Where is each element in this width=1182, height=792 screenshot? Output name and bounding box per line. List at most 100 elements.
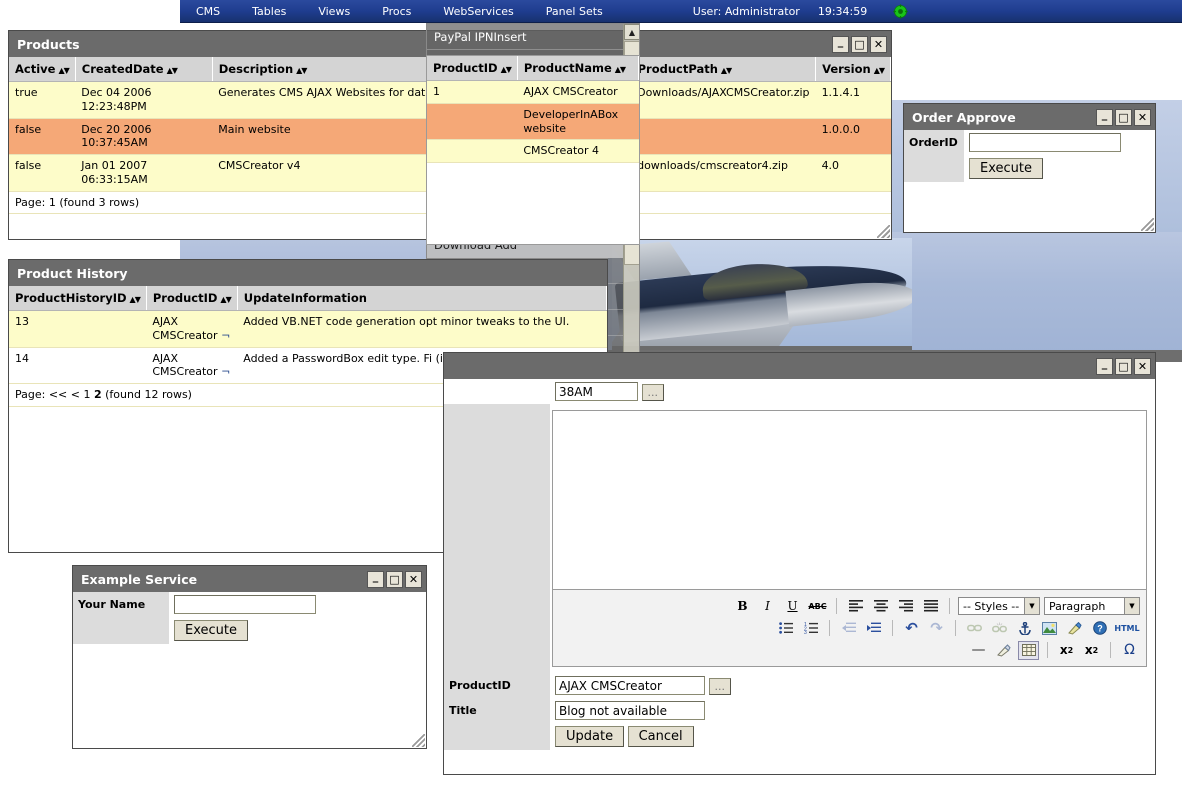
column-header-createddate[interactable]: CreatedDate ▲▼ [75,57,213,82]
table-row[interactable]: DeveloperInABox website [427,103,639,141]
strikethrough-icon[interactable]: ABC [807,597,828,616]
cell-updateinformation: Added VB.NET code generation opt minor t… [237,310,607,348]
superscript-icon[interactable]: x2 [1081,641,1102,660]
blog-editor-titlebar[interactable]: _ □ ✕ [444,353,1155,379]
minimize-button[interactable]: _ [1096,108,1113,126]
date-picker-button[interactable]: ... [641,384,664,401]
title-field[interactable] [555,701,705,720]
column-header-productpath[interactable]: ProductPath ▲▼ [631,57,817,82]
resize-handle[interactable] [877,225,890,238]
help-icon[interactable]: ? [1089,619,1110,638]
maximize-button[interactable]: □ [1115,108,1132,126]
menu-item-panel-sets[interactable]: Panel Sets [530,0,619,23]
align-right-icon[interactable] [895,597,916,616]
sort-arrows-icon[interactable]: ▲▼ [874,66,885,75]
close-button[interactable]: ✕ [405,570,422,588]
table-row[interactable]: 13 AJAX CMSCreator ¬ Added VB.NET code g… [9,310,607,348]
menu-item-views[interactable]: Views [302,0,366,23]
maximize-button[interactable]: □ [1115,357,1132,375]
sort-arrows-icon[interactable]: ▲▼ [615,65,626,74]
productid-field[interactable] [555,676,705,695]
column-header-productid[interactable]: ProductID ▲▼ [427,56,518,81]
editor-content-area[interactable] [552,410,1147,590]
chevron-down-icon[interactable]: ▼ [1024,598,1039,614]
gear-icon[interactable] [893,3,908,19]
chevron-down-icon[interactable]: ▼ [1124,598,1139,614]
bold-icon[interactable]: B [732,597,753,616]
menu-option-paypal-ipninsert[interactable]: PayPal IPNInsert [427,24,623,50]
subscript-icon[interactable]: x2 [1056,641,1077,660]
column-header-updateinformation[interactable]: UpdateInformation [237,286,607,311]
sort-arrows-icon[interactable]: ▲▼ [501,65,512,74]
form-row-body: B I U ABC -- Styles -- ▼ Paragraph ▼ 1 2… [444,404,1155,673]
column-header-producthistoryid[interactable]: ProductHistoryID ▲▼ [9,286,147,311]
execute-button[interactable]: Execute [174,620,248,641]
column-header-productid[interactable]: ProductID ▲▼ [146,286,238,311]
yourname-input[interactable] [174,595,316,614]
cleanup-icon[interactable] [1064,619,1085,638]
toolbar-separator [1110,642,1111,658]
order-approve-titlebar[interactable]: Order Approve _ □ ✕ [904,104,1155,130]
sort-arrows-icon[interactable]: ▲▼ [721,66,732,75]
sort-arrows-icon[interactable]: ▲▼ [58,66,69,75]
redo-icon[interactable]: ↷ [926,619,947,638]
italic-icon[interactable]: I [757,597,778,616]
cancel-button[interactable]: Cancel [627,726,694,747]
image-icon[interactable] [1039,619,1060,638]
anchor-icon[interactable] [1014,619,1035,638]
sort-arrows-icon[interactable]: ▲▼ [296,66,307,75]
unlink-icon[interactable] [989,619,1010,638]
maximize-button[interactable]: □ [851,35,868,53]
align-left-icon[interactable] [845,597,866,616]
column-header-productname[interactable]: ProductName ▲▼ [517,56,639,81]
sort-arrows-icon[interactable]: ▲▼ [130,295,141,304]
date-field[interactable] [555,382,638,401]
product-history-titlebar[interactable]: Product History [9,260,607,286]
column-label-productid: ProductID [433,61,498,75]
execute-button[interactable]: Execute [969,158,1043,179]
menu-item-cms[interactable]: CMS [180,0,236,23]
form-row-execute: Execute [73,617,426,644]
html-source-icon[interactable]: HTML [1114,619,1140,638]
update-button[interactable]: Update [555,726,625,747]
align-justify-icon[interactable] [920,597,941,616]
undo-icon[interactable]: ↶ [901,619,922,638]
indent-icon[interactable] [863,619,884,638]
sort-arrows-icon[interactable]: ▲▼ [167,66,178,75]
menu-item-tables[interactable]: Tables [236,0,302,23]
menu-item-webservices[interactable]: WebServices [427,0,529,23]
maximize-button[interactable]: □ [386,570,403,588]
format-select[interactable]: Paragraph ▼ [1044,597,1140,615]
minimize-button[interactable]: _ [832,35,849,53]
underline-icon[interactable]: U [782,597,803,616]
cell-version: 1.0.0.0 [815,118,891,155]
minimize-button[interactable]: _ [1096,357,1113,375]
close-button[interactable]: ✕ [1134,108,1151,126]
table-row[interactable]: 1 AJAX CMSCreator [427,80,639,104]
horizontal-rule-icon[interactable]: — [968,641,989,660]
example-service-titlebar[interactable]: Example Service _ □ ✕ [73,566,426,592]
close-button[interactable]: ✕ [1134,357,1151,375]
resize-handle[interactable] [1141,218,1154,231]
special-character-icon[interactable]: Ω [1119,641,1140,660]
styles-select[interactable]: -- Styles -- ▼ [958,597,1040,615]
remove-format-icon[interactable] [993,641,1014,660]
unordered-list-icon[interactable] [775,619,796,638]
sort-arrows-icon[interactable]: ▲▼ [220,295,231,304]
insert-table-icon[interactable] [1018,640,1039,660]
minimize-button[interactable]: _ [367,570,384,588]
resize-handle[interactable] [412,734,425,747]
close-button[interactable]: ✕ [870,35,887,53]
ordered-list-icon[interactable]: 123 [800,619,821,638]
table-row[interactable]: CMSCreator 4 [427,139,639,163]
column-header-active[interactable]: Active ▲▼ [9,57,76,82]
column-header-version[interactable]: Version▲▼ [815,57,891,82]
outdent-icon[interactable] [838,619,859,638]
align-center-icon[interactable] [870,597,891,616]
menu-item-procs[interactable]: Procs [366,0,427,23]
productid-field-cell: ... [550,673,1155,698]
link-icon[interactable] [964,619,985,638]
orderid-input[interactable] [969,133,1121,152]
scroll-up-arrow-icon[interactable]: ▲ [624,24,639,40]
productid-picker-button[interactable]: ... [708,678,731,695]
